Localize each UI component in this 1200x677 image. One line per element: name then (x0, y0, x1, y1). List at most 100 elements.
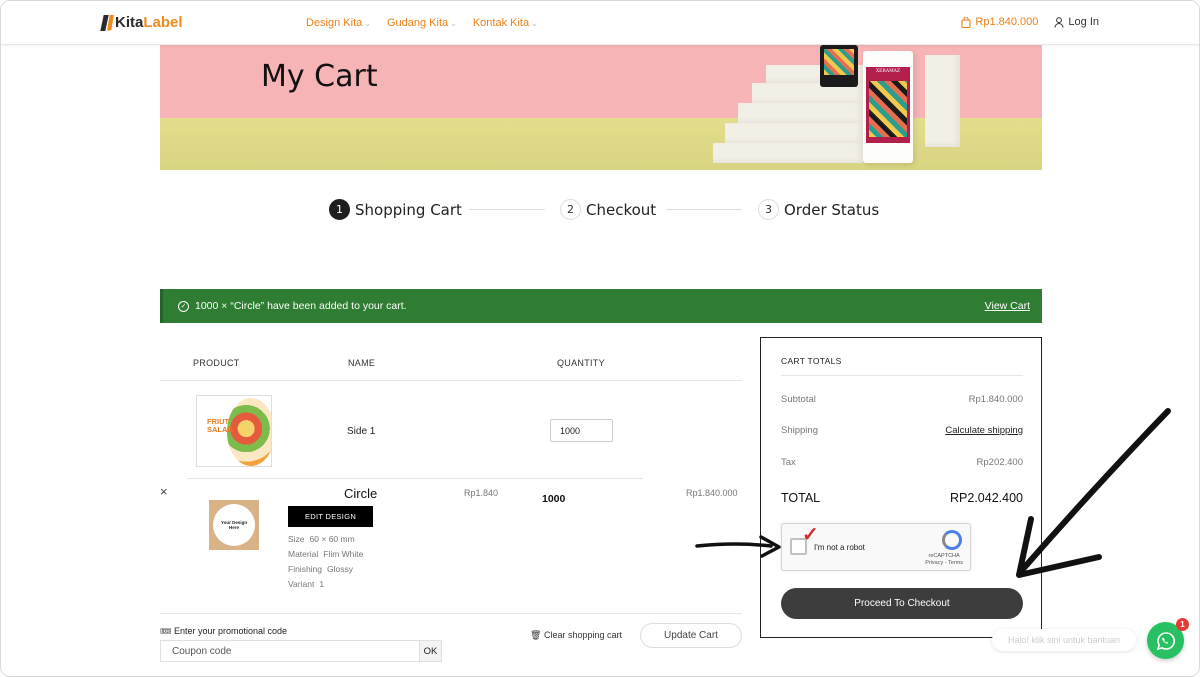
step-number: 2 (560, 199, 581, 220)
login-link[interactable]: Log In (1054, 16, 1099, 28)
promo-label-text: Enter your promotional code (173, 626, 288, 636)
main-nav: Design Kita ⌄ Gudang Kita ⌄ Kontak Kita ⌄ (306, 17, 538, 29)
item-quantity: 1000 (542, 493, 566, 505)
clear-cart-button[interactable]: 🗑 Clear shopping cart (530, 630, 622, 641)
totals-label: Tax (781, 457, 796, 468)
meta-key: Finishing (288, 564, 323, 574)
page-banner: My Cart XERAMAZ (160, 45, 1042, 170)
step-order-status[interactable]: 3 Order Status (758, 199, 879, 220)
column-header-name: NAME (348, 358, 376, 368)
login-label: Log In (1068, 16, 1099, 28)
user-icon (1054, 16, 1064, 28)
side-quantity-input[interactable] (550, 419, 613, 442)
step-checkout[interactable]: 2 Checkout (560, 199, 656, 220)
checkout-stepper: 1 Shopping Cart 2 Checkout 3 Order Statu… (1, 199, 1199, 221)
step-connector (666, 209, 742, 210)
item-meta-variant: Variant 1 (288, 579, 324, 589)
chevron-down-icon: ⌄ (364, 19, 371, 28)
step-number: 3 (758, 199, 779, 220)
site-logo[interactable]: Kita Label (102, 14, 183, 31)
meta-value: Glossy (327, 564, 354, 574)
ticket-icon: 🎟 (160, 626, 172, 636)
apply-coupon-button[interactable]: OK (419, 640, 442, 662)
cart-totals-title: CART TOTALS (781, 356, 842, 366)
shopping-bag-icon (961, 16, 971, 28)
calculate-shipping-link[interactable]: Calculate shipping (945, 425, 1023, 436)
recaptcha-brand: reCAPTCHA Privacy - Terms (925, 553, 963, 567)
nav-item-design-kita[interactable]: Design Kita ⌄ (306, 17, 371, 29)
meta-key: Variant (288, 579, 315, 589)
nav-label: Gudang Kita (386, 17, 449, 29)
step-shopping-cart[interactable]: 1 Shopping Cart (329, 199, 462, 220)
totals-row-total: TOTAL RP2.042.400 (781, 491, 1023, 505)
cart-totals-panel: CART TOTALS Subtotal Rp1.840.000 Shippin… (760, 337, 1042, 638)
table-divider (160, 613, 742, 614)
recaptcha-label: I'm not a robot (814, 543, 865, 552)
totals-value: Rp1.840.000 (968, 394, 1023, 405)
totals-value: Rp202.400 (976, 457, 1023, 468)
banner-podium-step (738, 103, 863, 123)
item-name: Circle (344, 486, 378, 501)
step-label: Shopping Cart (355, 200, 462, 219)
logo-mark-icon (102, 15, 114, 31)
column-header-quantity: QUANTITY (557, 358, 605, 368)
recaptcha-widget: ✓ I'm not a robot reCAPTCHA Privacy - Te… (781, 523, 971, 571)
thumb-text: SALAD (207, 425, 233, 434)
notice-message: 1000 × “Circle” have been added to your … (195, 300, 407, 312)
logo-text-prefix: Kita (115, 14, 144, 31)
proceed-to-checkout-button[interactable]: Proceed To Checkout (781, 588, 1023, 619)
view-cart-link[interactable]: View Cart (985, 300, 1030, 312)
header-actions: Rp1.840.000 Log In (961, 16, 1099, 28)
header-cart-link[interactable]: Rp1.840.000 (961, 16, 1038, 28)
coupon-input[interactable] (160, 640, 420, 662)
step-number: 1 (329, 199, 350, 220)
side-name: Side 1 (347, 426, 376, 437)
totals-label: Subtotal (781, 394, 816, 405)
meta-value: 1 (319, 579, 325, 589)
clear-cart-label: Clear shopping cart (543, 630, 622, 640)
step-label: Checkout (586, 200, 657, 219)
nav-item-gudang-kita[interactable]: Gudang Kita ⌄ (387, 17, 457, 29)
whatsapp-chat-button[interactable]: 1 (1147, 618, 1189, 659)
banner-package (820, 45, 858, 87)
chevron-down-icon: ⌄ (450, 19, 457, 28)
item-meta-material: Material Flim White (288, 549, 363, 559)
totals-row-tax: Tax Rp202.400 (781, 457, 1023, 468)
recaptcha-privacy-terms[interactable]: Privacy - Terms (925, 560, 963, 567)
edit-design-button[interactable]: EDIT DESIGN (288, 506, 373, 527)
annotation-arrow (1020, 408, 1171, 572)
banner-pillar (925, 55, 960, 147)
page-title: My Cart (261, 59, 378, 94)
trash-icon: 🗑 (530, 630, 542, 640)
package-label: XERAMAZ (875, 69, 901, 74)
meta-key: Material (288, 549, 319, 559)
check-circle-icon: ✓ (178, 300, 189, 312)
whatsapp-icon (1156, 631, 1175, 650)
nav-item-kontak-kita[interactable]: Kontak Kita ⌄ (473, 17, 538, 29)
product-thumbnail-side: FRIUT SALAD (196, 395, 272, 467)
recaptcha-logo-icon (942, 530, 962, 550)
step-connector (469, 209, 545, 210)
browser-frame: Kita Label Design Kita ⌄ Gudang Kita ⌄ Kont… (0, 0, 1200, 677)
cart-notice: ✓ 1000 × “Circle” have been added to you… (160, 289, 1042, 323)
chat-tooltip[interactable]: Halo! klik sini untuk bantuan (992, 629, 1136, 651)
total-label: TOTAL (781, 491, 821, 505)
logo-text-suffix: Label (143, 14, 183, 31)
item-meta-finishing: Finishing Glossy (288, 564, 353, 574)
totals-row-shipping: Shipping Calculate shipping (781, 425, 1023, 436)
meta-value: 60 × 60 mm (309, 534, 355, 544)
totals-row-subtotal: Subtotal Rp1.840.000 (781, 394, 1023, 405)
nav-label: Kontak Kita (472, 17, 530, 29)
remove-item-button[interactable]: × (160, 484, 168, 499)
meta-key: Size (288, 534, 305, 544)
chat-badge: 1 (1176, 618, 1189, 631)
banner-podium-step (713, 143, 863, 163)
update-cart-button[interactable]: Update Cart (640, 623, 742, 648)
chevron-down-icon: ⌄ (531, 19, 538, 28)
meta-value: Flim White (323, 549, 364, 559)
banner-package: XERAMAZ (863, 51, 913, 163)
header-cart-amount: Rp1.840.000 (975, 16, 1039, 28)
column-header-product: PRODUCT (193, 358, 240, 368)
promo-label: 🎟 Enter your promotional code (160, 626, 287, 637)
step-label: Order Status (784, 200, 880, 219)
